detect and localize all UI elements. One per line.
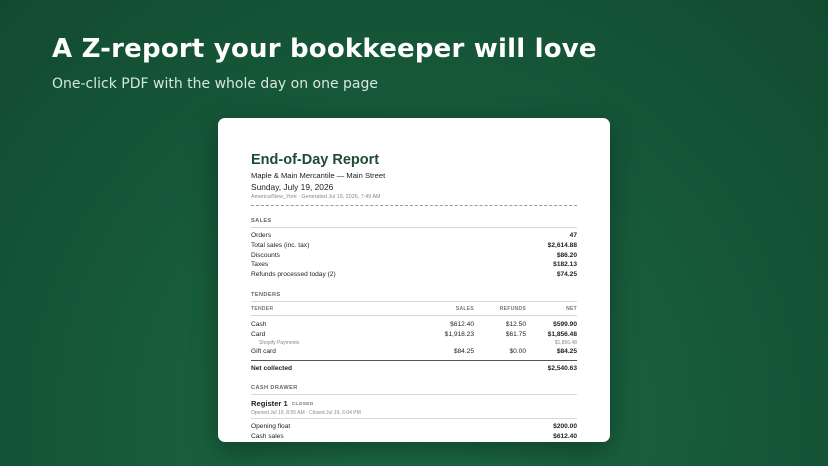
register-status-badge: CLOSED (291, 402, 314, 408)
drawer-label: Opening float (251, 423, 291, 431)
column-header: SALES (455, 305, 474, 312)
report-date: Sunday, July 19, 2026 (251, 182, 334, 192)
net-collected-value: $2,540.63 (547, 364, 577, 372)
sales-row-discounts: Discounts $86.20 (251, 251, 577, 261)
tender-sales: $84.25 (453, 347, 474, 355)
net-collected-label: Net collected (251, 364, 293, 372)
register-divider (251, 418, 577, 420)
tender-name: Gift card (251, 347, 276, 355)
sales-label: Refunds processed today (2) (251, 271, 336, 279)
report-document: End-of-Day Report Maple & Main Mercantil… (251, 151, 577, 442)
drawer-value: $612.40 (553, 433, 577, 441)
column-header: NET (566, 305, 577, 312)
tenders-table: TENDER SALES REFUNDS NET Cash $612.40 $1… (251, 305, 577, 374)
net-divider (251, 359, 577, 361)
tender-sales: $612.40 (450, 320, 474, 328)
sales-label: Taxes (251, 261, 269, 269)
sales-value: $74.25 (556, 271, 577, 279)
drawer-row-cash-sales: Cash sales $612.40 (251, 432, 577, 442)
sales-label: Orders (251, 232, 272, 239)
report-title: End-of-Day Report (251, 152, 380, 168)
tender-name: Cash (251, 320, 267, 328)
cash-drawer-divider (251, 394, 577, 396)
column-header: TENDER (251, 305, 274, 312)
sales-label: Total sales (inc. tax) (251, 241, 310, 249)
store-name: Maple & Main Mercantile — Main Street (251, 171, 386, 180)
register-name: Register 1 (251, 399, 288, 409)
net-collected-row: Net collected $2,540.63 (251, 364, 577, 374)
sales-rows: Orders 47 Total sales (inc. tax) $2,614.88… (251, 231, 577, 280)
header-divider (251, 205, 577, 206)
column-header: REFUNDS (499, 305, 526, 312)
tender-subnet: $1,856.48 (554, 339, 577, 346)
drawer-label: Cash sales (251, 433, 284, 441)
sales-row-total: Total sales (inc. tax) $2,614.88 (251, 241, 577, 251)
report-meta: America/New_York · Generated Jul 19, 202… (251, 194, 381, 200)
tenders-heading: TENDERS (251, 291, 281, 298)
tender-row-card: Card $1,918.23 $61.75 $1,856.48 (251, 330, 577, 340)
sales-value: $86.20 (556, 251, 577, 259)
register-title: Register 1 CLOSED (251, 399, 577, 410)
register-meta: Opened Jul 19, 8:55 AM · Closed Jul 19, … (251, 410, 361, 417)
tender-refunds: $0.00 (509, 347, 526, 355)
hero-subtitle: One-click PDF with the whole day on one … (52, 76, 378, 92)
sales-row-refunds: Refunds processed today (2) $74.25 (251, 270, 577, 280)
sales-value: 47 (569, 232, 577, 239)
tenders-divider (251, 300, 577, 302)
tenders-header-row: TENDER SALES REFUNDS NET (251, 305, 577, 313)
tender-row-gift-card: Gift card $84.25 $0.00 $84.25 (251, 347, 577, 357)
sales-row-taxes: Taxes $182.13 (251, 260, 577, 270)
tender-subname: Shopify Payments (259, 339, 300, 346)
sales-row-orders: Orders 47 (251, 231, 577, 241)
tender-sales: $1,918.23 (444, 330, 474, 338)
hero-title: A Z-report your bookkeeper will love (52, 34, 597, 64)
sales-label: Discounts (251, 251, 280, 259)
tender-refunds: $61.75 (505, 330, 526, 338)
report-preview-card: End-of-Day Report Maple & Main Mercantil… (218, 118, 610, 442)
tender-name: Card (251, 330, 266, 338)
tenders-header-divider (251, 314, 577, 316)
drawer-row-opening-float: Opening float $200.00 (251, 422, 577, 432)
tender-row-cash: Cash $612.40 $12.50 $599.90 (251, 320, 577, 330)
tender-subrow-shopify-payments: Shopify Payments $1,856.48 (251, 340, 577, 347)
sales-value: $182.13 (553, 261, 577, 269)
tender-net: $1,856.48 (547, 330, 577, 338)
sales-value: $2,614.88 (547, 241, 577, 249)
tender-refunds: $12.50 (505, 320, 526, 328)
tender-net: $84.25 (556, 347, 577, 355)
tender-net: $599.90 (553, 320, 577, 328)
drawer-value: $200.00 (553, 423, 577, 431)
cash-drawer-heading: CASH DRAWER (251, 385, 298, 392)
sales-heading: SALES (251, 218, 272, 224)
sales-divider (251, 227, 577, 228)
